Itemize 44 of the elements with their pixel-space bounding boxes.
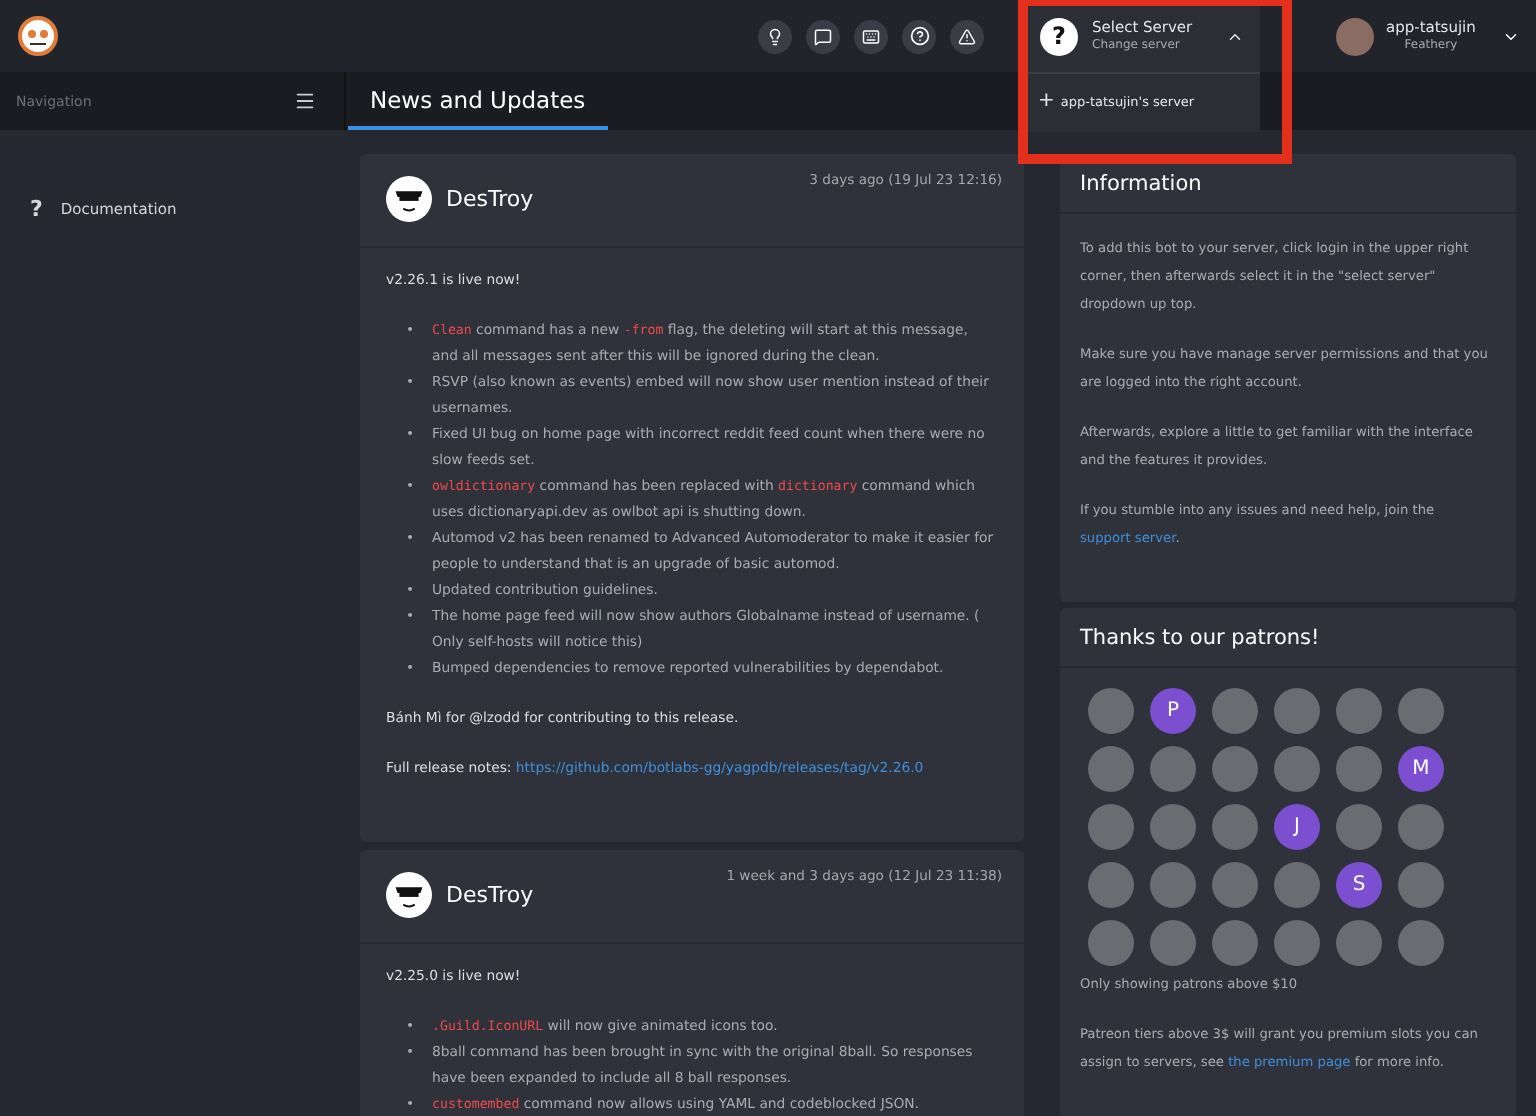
warning-icon[interactable] bbox=[950, 19, 984, 53]
avatar-placeholder bbox=[1150, 920, 1196, 966]
avatar-placeholder bbox=[1274, 920, 1320, 966]
author-name: DesTroy bbox=[446, 186, 534, 212]
author-name: DesTroy bbox=[446, 882, 534, 908]
message-icon[interactable] bbox=[806, 19, 840, 53]
avatar-icon bbox=[386, 176, 432, 222]
card-title: Thanks to our patrons! bbox=[1060, 608, 1516, 668]
avatar-placeholder bbox=[1088, 746, 1134, 792]
avatar-placeholder bbox=[1336, 804, 1382, 850]
avatar-placeholder bbox=[1274, 688, 1320, 734]
tab[interactable]: News and Updates bbox=[348, 72, 608, 130]
help-icon[interactable] bbox=[902, 19, 936, 53]
avatar-placeholder bbox=[1398, 920, 1444, 966]
avatar-placeholder bbox=[1212, 804, 1258, 850]
avatar-placeholder bbox=[1274, 862, 1320, 908]
avatar-placeholder bbox=[1212, 920, 1258, 966]
avatar-placeholder bbox=[1088, 804, 1134, 850]
avatar-placeholder bbox=[1088, 920, 1134, 966]
avatar-placeholder bbox=[1336, 920, 1382, 966]
avatar-placeholder bbox=[1088, 862, 1134, 908]
avatar-placeholder bbox=[1150, 862, 1196, 908]
avatar-placeholder bbox=[1398, 804, 1444, 850]
avatar-placeholder bbox=[1398, 862, 1444, 908]
avatar-placeholder bbox=[1088, 688, 1134, 734]
letter-avatar: P bbox=[1150, 688, 1196, 734]
logo-icon[interactable] bbox=[18, 16, 58, 56]
avatar-placeholder bbox=[1150, 746, 1196, 792]
avatar-placeholder bbox=[1336, 746, 1382, 792]
avatar-placeholder bbox=[1336, 688, 1382, 734]
menu-icon[interactable] bbox=[294, 90, 316, 112]
avatar-icon bbox=[386, 872, 432, 918]
avatar-placeholder bbox=[1274, 746, 1320, 792]
letter-avatar: M bbox=[1398, 746, 1444, 792]
avatar-placeholder bbox=[1212, 746, 1258, 792]
card-title: Information bbox=[1060, 154, 1516, 214]
keyboard-icon[interactable] bbox=[854, 19, 888, 53]
avatar-placeholder bbox=[1212, 688, 1258, 734]
letter-avatar: S bbox=[1336, 862, 1382, 908]
avatar-placeholder bbox=[1212, 862, 1258, 908]
avatar-placeholder bbox=[1150, 804, 1196, 850]
lightbulb-icon[interactable] bbox=[758, 19, 792, 53]
letter-avatar: J bbox=[1274, 804, 1320, 850]
avatar-placeholder bbox=[1398, 688, 1444, 734]
